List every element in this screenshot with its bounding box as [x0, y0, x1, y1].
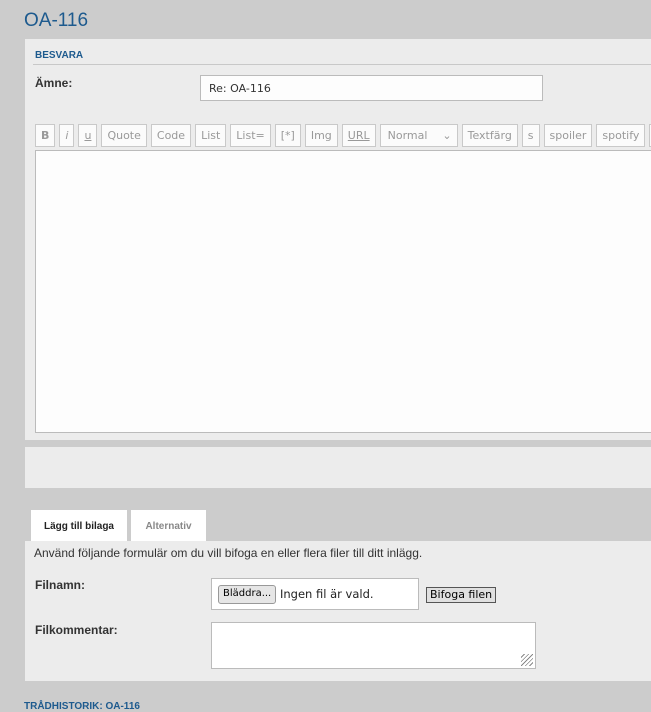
- browse-button[interactable]: Bläddra...: [218, 585, 277, 604]
- underline-button[interactable]: u: [78, 124, 98, 147]
- reply-panel: BESVARA Ämne: Re: OA-116 B i u Quote Cod…: [25, 39, 651, 440]
- code-button[interactable]: Code: [150, 124, 192, 147]
- tab-options[interactable]: Alternativ: [131, 510, 206, 542]
- file-input[interactable]: Bläddra... Ingen fil är vald.: [211, 578, 419, 610]
- page-title: OA-116: [24, 10, 89, 31]
- url-button[interactable]: URL: [341, 124, 376, 147]
- message-textarea[interactable]: [35, 150, 651, 433]
- spotify-button[interactable]: spotify: [596, 124, 646, 147]
- file-comment-textarea[interactable]: [211, 622, 536, 669]
- format-toolbar: B i u Quote Code List List= [*] Img URL …: [35, 124, 651, 147]
- font-size-select[interactable]: Normal ⌄: [379, 124, 458, 147]
- subject-label: Ämne:: [35, 76, 73, 90]
- tab-add-attachment[interactable]: Lägg till bilaga: [31, 510, 127, 542]
- ordered-list-button[interactable]: List=: [230, 124, 271, 147]
- list-button[interactable]: List: [195, 124, 227, 147]
- attach-file-button[interactable]: Bifoga filen: [426, 587, 497, 603]
- attachment-description: Använd följande formulär om du vill bifo…: [34, 546, 423, 560]
- spoiler-button[interactable]: spoiler: [543, 124, 593, 147]
- italic-button[interactable]: i: [59, 124, 75, 147]
- strike-button[interactable]: s: [521, 124, 540, 147]
- divider: [33, 64, 651, 65]
- section-heading: BESVARA: [35, 50, 84, 61]
- file-status: Ingen fil är vald.: [280, 587, 374, 601]
- font-size-value: Normal: [387, 129, 428, 142]
- text-color-button[interactable]: Textfärg: [461, 124, 518, 147]
- filename-label: Filnamn:: [35, 578, 85, 592]
- list-item-button[interactable]: [*]: [274, 124, 301, 147]
- submit-panel: [25, 447, 651, 488]
- resize-grip-icon[interactable]: [521, 654, 533, 666]
- chevron-down-icon: ⌄: [442, 129, 452, 142]
- bold-button[interactable]: B: [35, 124, 56, 147]
- attachment-panel: Använd följande formulär om du vill bifo…: [25, 541, 651, 681]
- image-button[interactable]: Img: [304, 124, 338, 147]
- thread-history-heading: TRÅDHISTORIK: OA-116: [24, 701, 140, 712]
- quote-button[interactable]: Quote: [101, 124, 147, 147]
- subject-input[interactable]: Re: OA-116: [200, 75, 543, 101]
- file-comment-label: Filkommentar:: [35, 623, 118, 637]
